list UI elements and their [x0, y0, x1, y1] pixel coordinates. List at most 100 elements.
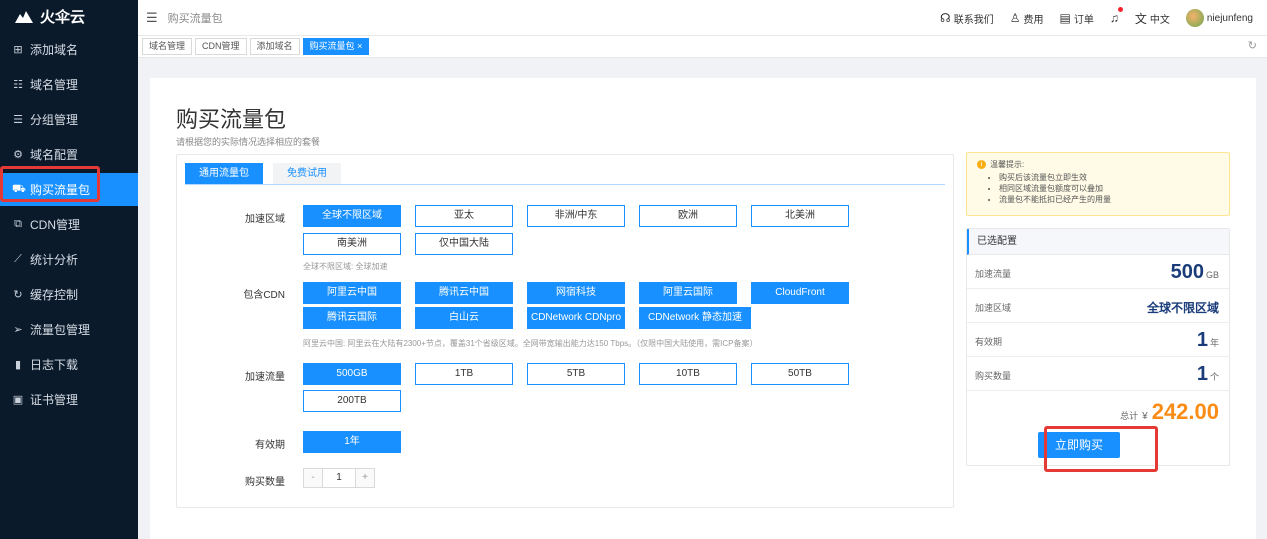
translate-icon: 文 — [1134, 11, 1147, 26]
chart-icon: ⟋ — [14, 253, 22, 265]
sidebar-item-domain-manage[interactable]: ☷ 域名管理 — [0, 68, 138, 101]
breadcrumb: 购买流量包 — [167, 12, 223, 25]
cdn-option-aliyun-intl[interactable]: 阿里云国际 — [639, 282, 737, 304]
tab-cdn-manage[interactable]: CDN管理 — [195, 38, 247, 55]
summary-traffic-value: 500 — [1170, 261, 1204, 283]
region-hint: 全球不限区域: 全球加速 — [303, 262, 388, 271]
quantity-decrement-button[interactable]: - — [304, 469, 322, 487]
send-icon: ➢ — [13, 324, 23, 336]
tab-buy-traffic[interactable]: 购买流量包 × — [302, 38, 370, 55]
sidebar-item-group-manage[interactable]: ☰ 分组管理 — [0, 103, 138, 136]
user-menu[interactable]: niejunfeng — [1185, 9, 1253, 27]
info-icon: i — [977, 160, 986, 169]
region-option-china-mainland[interactable]: 仅中国大陆 — [415, 233, 513, 255]
period-label: 有效期 — [255, 440, 285, 451]
umbrella-logo-icon — [15, 10, 33, 23]
tabs-underline — [185, 184, 945, 185]
cdn-option-wangsu[interactable]: 网宿科技 — [527, 282, 625, 304]
summary-total: 总计 ¥ 242.00 — [1120, 399, 1219, 424]
cdn-option-cloudfront[interactable]: CloudFront — [751, 282, 849, 304]
region-option-global[interactable]: 全球不限区域 — [303, 205, 401, 227]
cdn-option-baishan[interactable]: 白山云 — [415, 307, 513, 329]
period-option-1-year[interactable]: 1年 — [303, 431, 401, 453]
region-option-europe[interactable]: 欧洲 — [639, 205, 737, 227]
sidebar: 火伞云 ⊞ 添加域名 ☷ 域名管理 ☰ 分组管理 ⚙ 域名配置 ⛟ 购买流量包 ⧉ CDN管… — [0, 0, 138, 539]
quantity-increment-button[interactable]: + — [356, 469, 374, 487]
language-switch[interactable]: 文中文 — [1135, 10, 1170, 27]
user-icon: ♙ — [1009, 11, 1021, 25]
certificate-icon: ▣ — [12, 394, 24, 406]
notification-bell[interactable]: ♫ — [1109, 7, 1123, 25]
sidebar-item-domain-config[interactable]: ⚙ 域名配置 — [0, 138, 138, 171]
list-icon: ☷ — [13, 79, 23, 91]
region-option-africa-me[interactable]: 非洲/中东 — [527, 205, 625, 227]
fees-link[interactable]: ♙ 费用 — [1010, 11, 1044, 26]
traffic-option-1tb[interactable]: 1TB — [415, 363, 513, 385]
cdn-label: 包含CDN — [243, 290, 285, 301]
summary-traffic-row: 加速流量 500 GB — [967, 255, 1229, 289]
cdn-option-tencent-intl[interactable]: 腾讯云国际 — [303, 307, 401, 329]
sidebar-item-cdn-manage[interactable]: ⧉ CDN管理 — [0, 208, 138, 241]
page-title: 购买流量包 — [176, 107, 287, 132]
region-label: 加速区域 — [245, 214, 285, 225]
summary-quantity-value: 1 — [1196, 363, 1208, 385]
region-option-apac[interactable]: 亚太 — [415, 205, 513, 227]
region-option-north-america[interactable]: 北美洲 — [751, 205, 849, 227]
sidebar-item-buy-traffic[interactable]: ⛟ 购买流量包 — [0, 173, 138, 206]
tabs-bar: 域名管理 CDN管理 添加域名 购买流量包 × ↻ — [138, 36, 1267, 58]
quantity-label: 购买数量 — [245, 477, 285, 488]
tip-item: 流量包不能抵扣已经产生的用量 — [999, 194, 1219, 205]
refresh-icon: ↻ — [13, 289, 23, 301]
buy-now-button[interactable]: 立即购买 — [1038, 432, 1120, 458]
sidebar-item-cache-control[interactable]: ↻ 缓存控制 — [0, 278, 138, 311]
sidebar-item-certificate[interactable]: ▣ 证书管理 — [0, 383, 138, 416]
tab-domain-manage[interactable]: 域名管理 — [142, 38, 193, 55]
headset-icon: ☊ — [940, 11, 951, 25]
sidebar-item-add-domain[interactable]: ⊞ 添加域名 — [0, 33, 138, 66]
traffic-option-200tb[interactable]: 200TB — [303, 390, 401, 412]
quantity-input[interactable]: 1 — [322, 469, 356, 487]
tab-general-package[interactable]: 通用流量包 — [185, 163, 263, 184]
quantity-stepper: - 1 + — [303, 468, 375, 488]
cdn-option-aliyun-cn[interactable]: 阿里云中国 — [303, 282, 401, 304]
sidebar-item-log-download[interactable]: ▮ 日志下载 — [0, 348, 138, 381]
region-option-south-america[interactable]: 南美洲 — [303, 233, 401, 255]
tab-add-domain[interactable]: 添加域名 — [249, 38, 300, 55]
cdn-hint: 阿里云中国: 阿里云在大陆有2300+节点，覆盖31个省级区域。全网带宽输出能力… — [303, 339, 758, 348]
tips-box: i温馨提示: 购买后该流量包立即生效 相同区域流量包额度可以叠加 流量包不能抵扣… — [966, 152, 1230, 216]
total-price: 242.00 — [1151, 399, 1219, 424]
summary-panel: 已选配置 加速流量 500 GB 加速区域 全球不限区域 有效期 1年 购买数量 … — [966, 228, 1230, 466]
traffic-label: 加速流量 — [245, 372, 285, 383]
summary-region-value: 全球不限区域 — [1146, 301, 1219, 315]
summary-title: 已选配置 — [967, 229, 1229, 255]
tab-free-trial[interactable]: 免费试用 — [273, 163, 341, 184]
sidebar-item-statistics[interactable]: ⟋ 统计分析 — [0, 243, 138, 276]
menu-toggle-icon[interactable]: ☰ — [146, 10, 158, 26]
orders-link[interactable]: ▤ 订单 — [1059, 11, 1093, 26]
gear-icon: ⚙ — [13, 149, 23, 161]
cdn-option-cdnetwork-static[interactable]: CDNetwork 静态加速 — [639, 307, 751, 329]
purchase-form: 通用流量包 免费试用 加速区域 全球不限区域 亚太 非洲/中东 欧洲 北美洲 南… — [176, 154, 954, 508]
contact-link[interactable]: ☊ 联系我们 — [940, 11, 994, 26]
summary-period-value: 1 — [1196, 329, 1208, 351]
cdn-option-tencent-cn[interactable]: 腾讯云中国 — [415, 282, 513, 304]
cart-icon: ⛟ — [12, 182, 26, 195]
logo[interactable]: 火伞云 — [0, 0, 138, 33]
file-icon: ▮ — [14, 359, 22, 371]
traffic-option-5tb[interactable]: 5TB — [527, 363, 625, 385]
sidebar-item-traffic-package[interactable]: ➢ 流量包管理 — [0, 313, 138, 346]
bell-icon: ♫ — [1109, 11, 1119, 25]
notification-dot — [1117, 7, 1123, 12]
topbar: ☰ 购买流量包 ☊ 联系我们 ♙ 费用 ▤ 订单 ♫ 文中文 niejunfeng — [138, 0, 1267, 36]
refresh-icon[interactable]: ↻ — [1248, 39, 1257, 52]
tab-close-icon[interactable]: × — [357, 41, 362, 51]
traffic-option-10tb[interactable]: 10TB — [639, 363, 737, 385]
traffic-option-50tb[interactable]: 50TB — [751, 363, 849, 385]
traffic-option-500gb[interactable]: 500GB — [303, 363, 401, 385]
cdn-option-cdnetwork-cdnpro[interactable]: CDNetwork CDNpro — [527, 307, 625, 329]
tip-item: 购买后该流量包立即生效 — [999, 172, 1219, 183]
group-list-icon: ☰ — [13, 114, 23, 126]
main-panel: 购买流量包 请根据您的实际情况选择相应的套餐 通用流量包 免费试用 加速区域 全… — [150, 78, 1256, 539]
cdn-icon: ⧉ — [14, 218, 22, 230]
page-subtitle: 请根据您的实际情况选择相应的套餐 — [176, 137, 321, 147]
